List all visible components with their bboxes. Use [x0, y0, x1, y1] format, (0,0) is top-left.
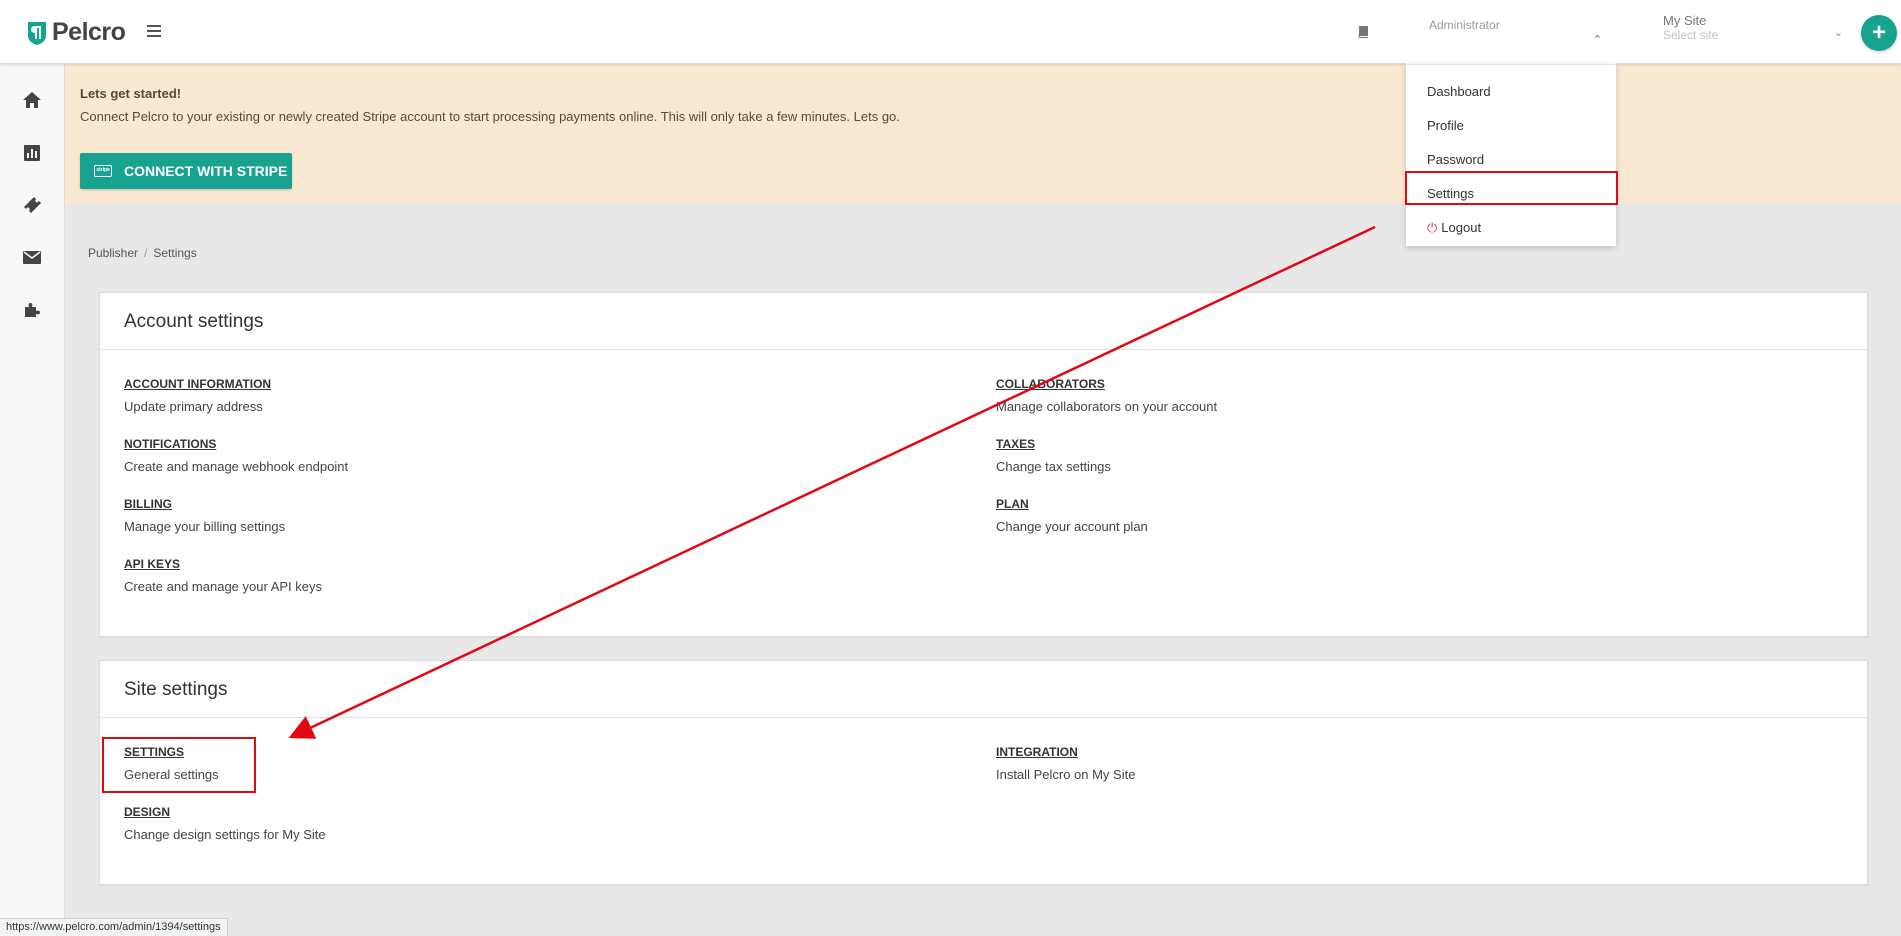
setting-heading[interactable]: TAXES — [996, 437, 1111, 451]
setting-billing: BILLING Manage your billing settings — [124, 497, 285, 534]
breadcrumb-current: Settings — [153, 246, 197, 260]
banner-description: Connect Pelcro to your existing or newly… — [80, 109, 900, 124]
site-settings-title: Site settings — [124, 679, 228, 700]
account-settings-title: Account settings — [124, 311, 264, 332]
account-menu: Dashboard Profile Password Settings ⏻ Log… — [1406, 64, 1616, 246]
setting-description: Change your account plan — [996, 519, 1148, 534]
breadcrumb-publisher[interactable]: Publisher — [88, 246, 138, 260]
power-icon: ⏻ — [1427, 220, 1438, 235]
status-bar-url: https://www.pelcro.com/admin/1394/settin… — [0, 918, 228, 936]
chevron-down-icon: ⌄ — [1833, 27, 1843, 39]
connect-stripe-button[interactable]: stripe CONNECT WITH STRIPE — [80, 153, 292, 189]
setting-heading[interactable]: PLAN — [996, 497, 1148, 511]
logout-label: Logout — [1441, 220, 1482, 235]
setting-heading[interactable]: NOTIFICATIONS — [124, 437, 348, 451]
setting-integration: INTEGRATION Install Pelcro on My Site — [996, 745, 1135, 782]
setting-description: Create and manage your API keys — [124, 579, 323, 594]
ticket-icon[interactable] — [22, 195, 42, 215]
setting-notifications: NOTIFICATIONS Create and manage webhook … — [124, 437, 348, 474]
setting-api-keys: API KEYS Create and manage your API keys — [124, 557, 322, 594]
add-button[interactable]: + — [1861, 15, 1897, 51]
setting-heading[interactable]: API KEYS — [124, 557, 322, 571]
mail-icon[interactable] — [22, 247, 42, 267]
site-settings-card: Site settings SETTINGS General settings … — [99, 660, 1868, 885]
card-divider — [100, 349, 1867, 350]
setting-description: Create and manage webhook endpoint — [124, 459, 349, 474]
onboarding-banner: Lets get started! Connect Pelcro to your… — [65, 64, 1901, 204]
account-settings-card: Account settings ACCOUNT INFORMATION Upd… — [99, 292, 1868, 637]
logo[interactable]: Pelcro — [26, 18, 126, 47]
setting-heading[interactable]: ACCOUNT INFORMATION — [124, 377, 271, 391]
top-bar: Pelcro Administrator ⌃ My Site Select si… — [0, 0, 1901, 64]
chart-icon[interactable] — [22, 143, 42, 163]
setting-heading[interactable]: BILLING — [124, 497, 285, 511]
home-icon[interactable] — [22, 90, 42, 110]
card-divider — [100, 717, 1867, 718]
stripe-card-icon: stripe — [94, 165, 112, 177]
setting-description: Install Pelcro on My Site — [996, 767, 1136, 782]
menu-toggle-icon[interactable] — [147, 25, 161, 37]
brand-name: Pelcro — [52, 18, 126, 46]
account-select[interactable]: Administrator ⌃ — [1406, 7, 1616, 64]
setting-description: Update primary address — [124, 399, 263, 414]
site-select-label: My Site — [1663, 13, 1707, 28]
setting-heading[interactable]: INTEGRATION — [996, 745, 1135, 759]
pelcro-logo-icon — [28, 21, 46, 45]
setting-collaborators: COLLABORATORS Manage collaborators on yo… — [996, 377, 1217, 414]
connect-stripe-label: CONNECT WITH STRIPE — [124, 163, 288, 179]
menu-item-profile[interactable]: Profile — [1406, 109, 1616, 143]
setting-design: DESIGN Change design settings for My Sit… — [124, 805, 326, 842]
highlight-settings-menu-item — [1405, 171, 1618, 205]
docs-book-icon[interactable] — [1356, 25, 1370, 39]
setting-plan: PLAN Change your account plan — [996, 497, 1148, 534]
setting-account-information: ACCOUNT INFORMATION Update primary addre… — [124, 377, 271, 414]
puzzle-icon[interactable] — [22, 299, 42, 319]
setting-description: Change design settings for My Site — [124, 827, 326, 842]
setting-taxes: TAXES Change tax settings — [996, 437, 1111, 474]
menu-item-logout[interactable]: ⏻ Logout — [1406, 211, 1616, 245]
breadcrumb: Publisher / Settings — [88, 246, 197, 260]
setting-heading[interactable]: DESIGN — [124, 805, 326, 819]
sidebar — [0, 64, 65, 936]
setting-heading[interactable]: COLLABORATORS — [996, 377, 1217, 391]
breadcrumb-separator: / — [144, 246, 148, 260]
setting-description: Manage your billing settings — [124, 519, 286, 534]
site-select[interactable]: My Site Select site ⌄ — [1663, 10, 1843, 54]
setting-description: Change tax settings — [996, 459, 1111, 474]
site-select-placeholder: Select site — [1663, 28, 1719, 42]
setting-description: Manage collaborators on your account — [996, 399, 1218, 414]
highlight-settings-link — [102, 737, 256, 793]
chevron-up-icon: ⌃ — [1592, 34, 1602, 46]
menu-item-dashboard[interactable]: Dashboard — [1406, 75, 1616, 109]
banner-title: Lets get started! — [80, 86, 182, 101]
account-select-label: Administrator — [1429, 18, 1500, 32]
